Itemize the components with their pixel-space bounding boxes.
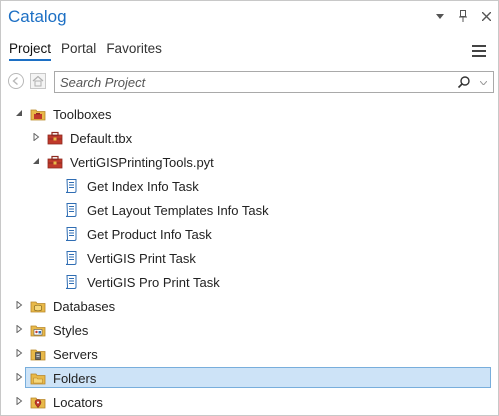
- tree-item-task[interactable]: Get Index Info Task: [1, 175, 498, 197]
- toolboxes-folder-icon: [30, 106, 46, 122]
- tree-item-label: Toolboxes: [53, 107, 112, 122]
- tree-item-label: Databases: [53, 299, 116, 314]
- search-options-chevron-icon[interactable]: [479, 78, 488, 87]
- search-icon[interactable]: [457, 75, 471, 89]
- tree-item-label: Locators: [53, 395, 103, 410]
- close-icon[interactable]: [480, 9, 492, 23]
- tree-item-task[interactable]: Get Layout Templates Info Task: [1, 199, 498, 221]
- home-icon: [30, 73, 46, 89]
- tree-item-servers[interactable]: Servers: [1, 343, 498, 365]
- tree-item-toolboxes[interactable]: Toolboxes: [1, 103, 498, 125]
- script-tool-icon: [64, 226, 80, 242]
- tree-item-databases[interactable]: Databases: [1, 295, 498, 317]
- tree-item-label: Styles: [53, 323, 89, 338]
- python-toolbox-icon: [47, 154, 63, 170]
- expand-arrow-icon[interactable]: [15, 372, 23, 382]
- tree-item-locators[interactable]: Locators: [1, 391, 498, 413]
- search-input[interactable]: [60, 74, 440, 90]
- script-tool-icon: [64, 178, 80, 194]
- tree-item-task[interactable]: VertiGIS Print Task: [1, 247, 498, 269]
- toolbox-icon: [47, 130, 63, 146]
- tab-favorites[interactable]: Favorites: [106, 41, 162, 61]
- script-tool-icon: [64, 274, 80, 290]
- tree-item-label: Get Product Info Task: [87, 227, 212, 242]
- folders-folder-icon: [30, 370, 46, 386]
- tree-item-label: VertiGIS Pro Print Task: [87, 275, 220, 290]
- tree-item-task[interactable]: Get Product Info Task: [1, 223, 498, 245]
- search-box: [54, 71, 494, 93]
- tree-item-label: Folders: [53, 371, 97, 386]
- hamburger-menu-icon[interactable]: [472, 45, 486, 57]
- script-tool-icon: [64, 250, 80, 266]
- tree-item-folders[interactable]: Folders: [1, 367, 498, 389]
- collapse-arrow-icon[interactable]: [15, 109, 23, 117]
- tree-item-task[interactable]: VertiGIS Pro Print Task: [1, 271, 498, 293]
- pane-title: Catalog: [8, 7, 67, 26]
- script-tool-icon: [64, 202, 80, 218]
- expand-arrow-icon[interactable]: [15, 300, 23, 310]
- databases-folder-icon: [30, 298, 46, 314]
- home-button[interactable]: [30, 73, 46, 89]
- search-row: [8, 71, 494, 93]
- tree-item-label: Default.tbx: [70, 131, 133, 146]
- pane-titlebar: Catalog: [1, 1, 498, 31]
- expand-arrow-icon[interactable]: [15, 348, 23, 358]
- locators-folder-icon: [30, 394, 46, 410]
- back-button[interactable]: [8, 73, 24, 89]
- tree-item-label: Get Layout Templates Info Task: [87, 203, 269, 218]
- tree-item-styles[interactable]: Styles: [1, 319, 498, 341]
- pin-icon[interactable]: [457, 9, 469, 23]
- catalog-pane: Catalog Project Portal Favorites Search …: [0, 0, 499, 416]
- chevron-down-icon[interactable]: [434, 9, 446, 23]
- tree-item-label: Servers: [53, 347, 98, 362]
- expand-arrow-icon[interactable]: [15, 396, 23, 406]
- tree-item-pyt[interactable]: VertiGISPrintingTools.pyt: [1, 151, 498, 173]
- tab-project[interactable]: Project: [9, 41, 52, 61]
- expand-arrow-icon[interactable]: [32, 132, 40, 142]
- expand-arrow-icon[interactable]: [15, 324, 23, 334]
- styles-folder-icon: [30, 322, 46, 338]
- tab-portal[interactable]: Portal: [61, 41, 96, 61]
- catalog-tabs: Project Portal Favorites: [9, 41, 162, 61]
- tree-item-label: VertiGISPrintingTools.pyt: [70, 155, 214, 170]
- servers-folder-icon: [30, 346, 46, 362]
- collapse-arrow-icon[interactable]: [32, 157, 40, 165]
- tree-item-default-tbx[interactable]: Default.tbx: [1, 127, 498, 149]
- tree-item-label: Get Index Info Task: [87, 179, 199, 194]
- tree-item-label: VertiGIS Print Task: [87, 251, 196, 266]
